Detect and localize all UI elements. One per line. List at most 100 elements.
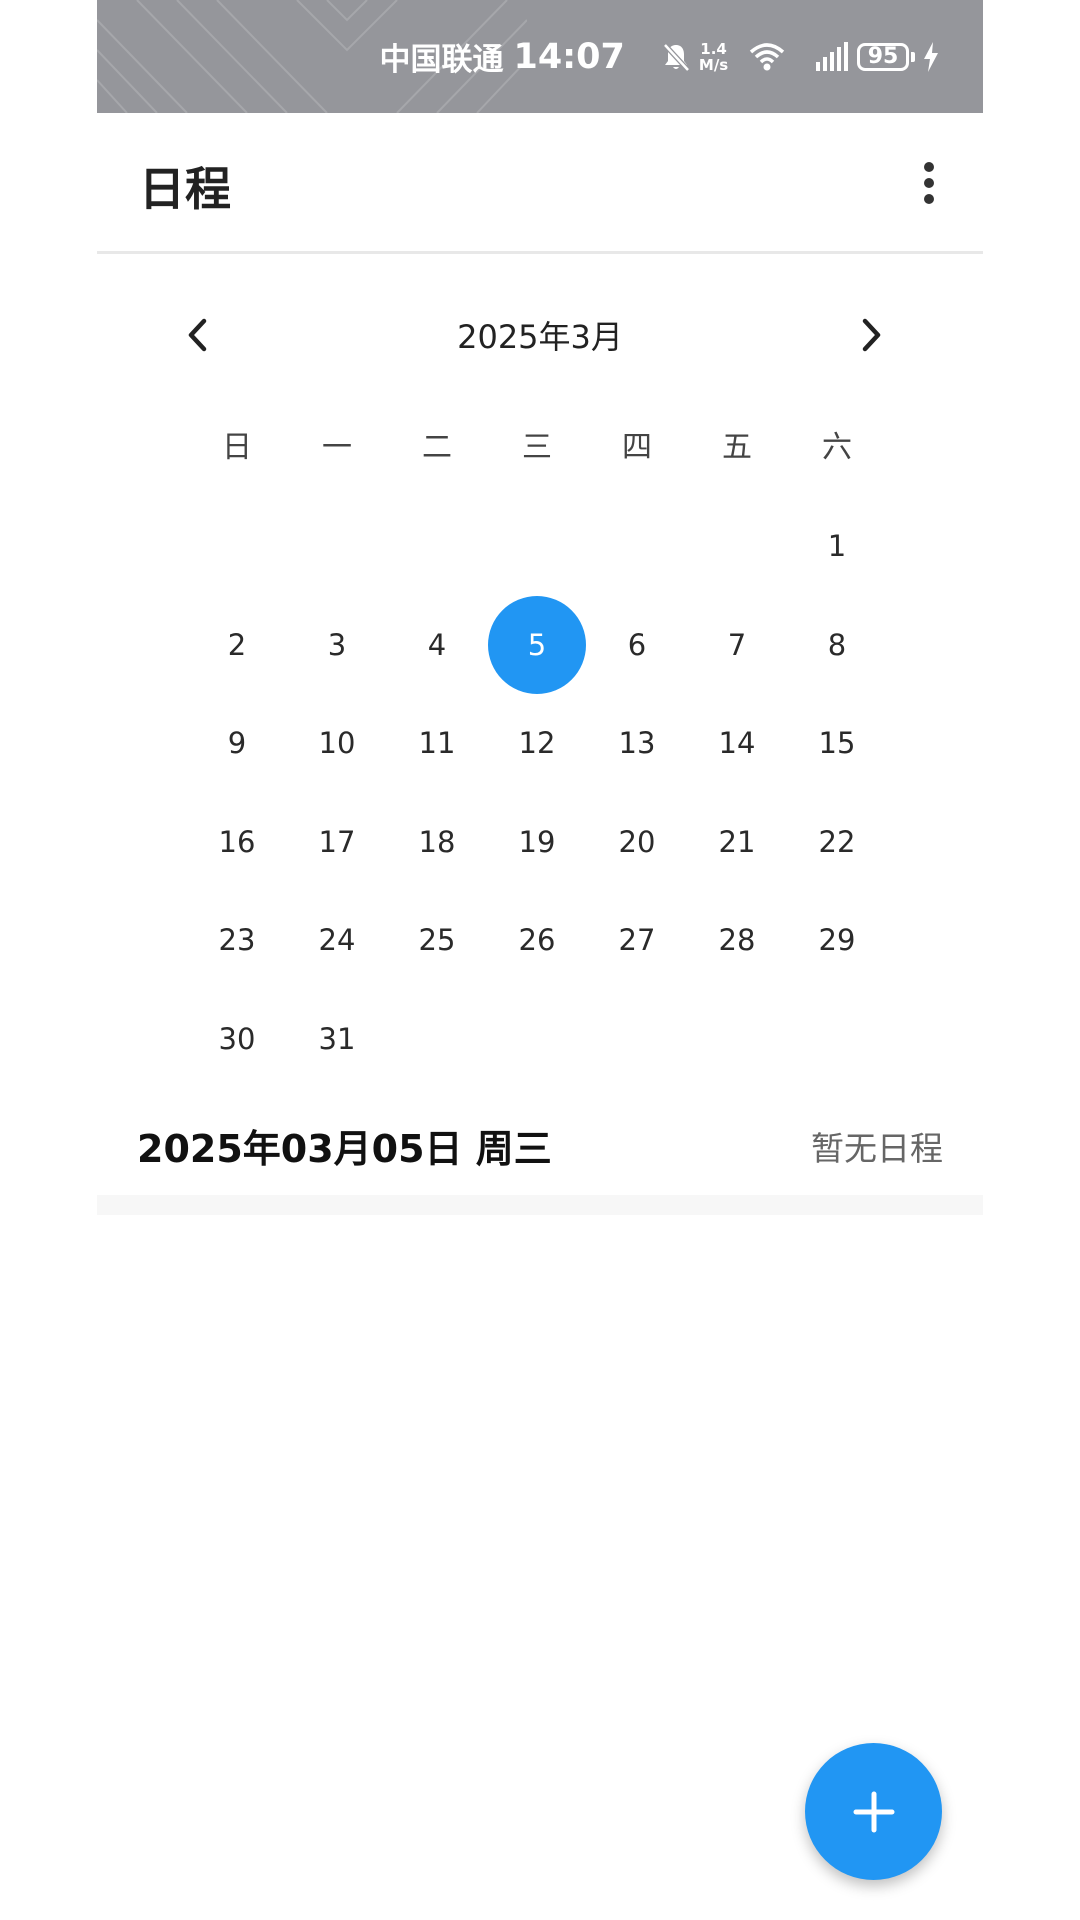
status-time: 14:07 — [513, 36, 625, 77]
more-vertical-icon — [924, 162, 934, 204]
net-speed-unit: M/s — [698, 55, 729, 74]
day-number: 3 — [327, 627, 347, 662]
weekday-label: 二 — [422, 430, 452, 465]
selected-date-bar: 2025年03月05日 周三 暂无日程 — [97, 1108, 983, 1194]
calendar-days-grid: 1 2 3 4 5 6 7 8 9 10 11 12 13 14 15 16 17 18 19 20 21 22 23 24 2… — [187, 497, 887, 1088]
charging-icon — [923, 41, 939, 72]
day-cell[interactable]: 9 — [187, 694, 287, 793]
chevron-right-icon — [862, 318, 881, 352]
day-number: 26 — [518, 923, 556, 958]
day-cell[interactable]: 31 — [287, 990, 387, 1089]
day-number: 8 — [827, 627, 847, 662]
day-cell[interactable]: 14 — [687, 694, 787, 793]
day-cell[interactable]: 23 — [187, 891, 287, 990]
day-number: 10 — [318, 726, 356, 761]
day-number: 28 — [718, 923, 756, 958]
empty-day-cell — [287, 497, 387, 596]
day-cell[interactable]: 11 — [387, 694, 487, 793]
day-number: 1 — [827, 529, 847, 564]
day-cell[interactable]: 7 — [687, 596, 787, 695]
day-cell[interactable]: 17 — [287, 793, 387, 892]
day-cell[interactable]: 26 — [487, 891, 587, 990]
battery-icon: 95 — [857, 42, 909, 71]
day-number: 16 — [218, 824, 256, 859]
day-cell[interactable]: 2 — [187, 596, 287, 695]
app-bar: 日程 — [97, 113, 983, 254]
empty-day-cell — [387, 497, 487, 596]
day-number: 2 — [227, 627, 247, 662]
net-speed-value: 1.4 — [700, 39, 727, 58]
weekday-label: 四 — [622, 430, 652, 465]
day-cell[interactable]: 19 — [487, 793, 587, 892]
weekday-label: 六 — [822, 430, 852, 465]
day-cell[interactable]: 12 — [487, 694, 587, 793]
day-number: 9 — [227, 726, 247, 761]
day-cell[interactable]: 24 — [287, 891, 387, 990]
day-cell[interactable]: 28 — [687, 891, 787, 990]
day-cell[interactable]: 8 — [787, 596, 887, 695]
day-cell[interactable]: 30 — [187, 990, 287, 1089]
day-number: 5 — [488, 595, 586, 694]
day-number: 6 — [627, 627, 647, 662]
day-number: 20 — [618, 824, 656, 859]
day-cell[interactable]: 16 — [187, 793, 287, 892]
month-header: 2025年3月 — [97, 300, 983, 370]
more-options-button[interactable] — [909, 153, 949, 213]
net-speed: 1.4 M/s — [699, 41, 728, 73]
day-cell[interactable]: 29 — [787, 891, 887, 990]
mute-bell-icon — [661, 41, 691, 73]
weekday-label: 日 — [222, 430, 252, 465]
day-number: 29 — [818, 923, 856, 958]
day-cell[interactable]: 10 — [287, 694, 387, 793]
page-title: 日程 — [139, 162, 231, 216]
day-number: 22 — [818, 824, 856, 859]
empty-day-cell — [587, 497, 687, 596]
selected-date-label: 2025年03月05日 周三 — [137, 1127, 552, 1171]
day-cell[interactable]: 25 — [387, 891, 487, 990]
day-number: 18 — [418, 824, 456, 859]
day-cell[interactable]: 20 — [587, 793, 687, 892]
day-number: 14 — [718, 726, 756, 761]
day-cell[interactable]: 18 — [387, 793, 487, 892]
day-number: 23 — [218, 923, 256, 958]
day-number: 17 — [318, 824, 356, 859]
empty-day-cell — [187, 497, 287, 596]
day-cell[interactable]: 3 — [287, 596, 387, 695]
weekday-label: 一 — [322, 430, 352, 465]
empty-day-cell — [487, 497, 587, 596]
plus-icon — [853, 1791, 894, 1832]
day-number: 31 — [318, 1021, 356, 1056]
app-screen: 中国联通 14:07 1.4 M/s 6 — [97, 0, 983, 1920]
status-icons: 中国联通 14:07 1.4 M/s 6 — [379, 0, 939, 113]
weekday-row: 日一二三四五六 — [187, 420, 887, 476]
next-month-button[interactable] — [842, 310, 902, 360]
carrier-name: 中国联通 — [379, 42, 504, 78]
day-cell[interactable]: 13 — [587, 694, 687, 793]
status-bar: 中国联通 14:07 1.4 M/s 6 — [97, 0, 983, 113]
battery-cap — [911, 51, 915, 62]
day-number: 30 — [218, 1021, 256, 1056]
empty-schedule-label: 暂无日程 — [811, 1129, 943, 1168]
day-number: 13 — [618, 726, 656, 761]
section-divider — [97, 1195, 983, 1215]
signal-icon — [815, 41, 849, 72]
day-number: 27 — [618, 923, 656, 958]
day-cell-selected[interactable]: 5 — [487, 595, 587, 695]
day-cell[interactable]: 15 — [787, 694, 887, 793]
day-number: 7 — [727, 627, 747, 662]
day-number: 21 — [718, 824, 756, 859]
add-schedule-button[interactable] — [805, 1743, 942, 1880]
day-number: 24 — [318, 923, 356, 958]
day-cell[interactable]: 27 — [587, 891, 687, 990]
weekday-label: 三 — [522, 430, 552, 465]
day-cell[interactable]: 6 — [587, 596, 687, 695]
day-cell[interactable]: 4 — [387, 596, 487, 695]
day-number: 12 — [518, 726, 556, 761]
wifi-icon — [749, 42, 785, 72]
day-cell[interactable]: 21 — [687, 793, 787, 892]
day-cell[interactable]: 1 — [787, 497, 887, 596]
empty-day-cell — [687, 497, 787, 596]
day-number: 4 — [427, 627, 447, 662]
day-number: 11 — [418, 726, 456, 761]
day-cell[interactable]: 22 — [787, 793, 887, 892]
